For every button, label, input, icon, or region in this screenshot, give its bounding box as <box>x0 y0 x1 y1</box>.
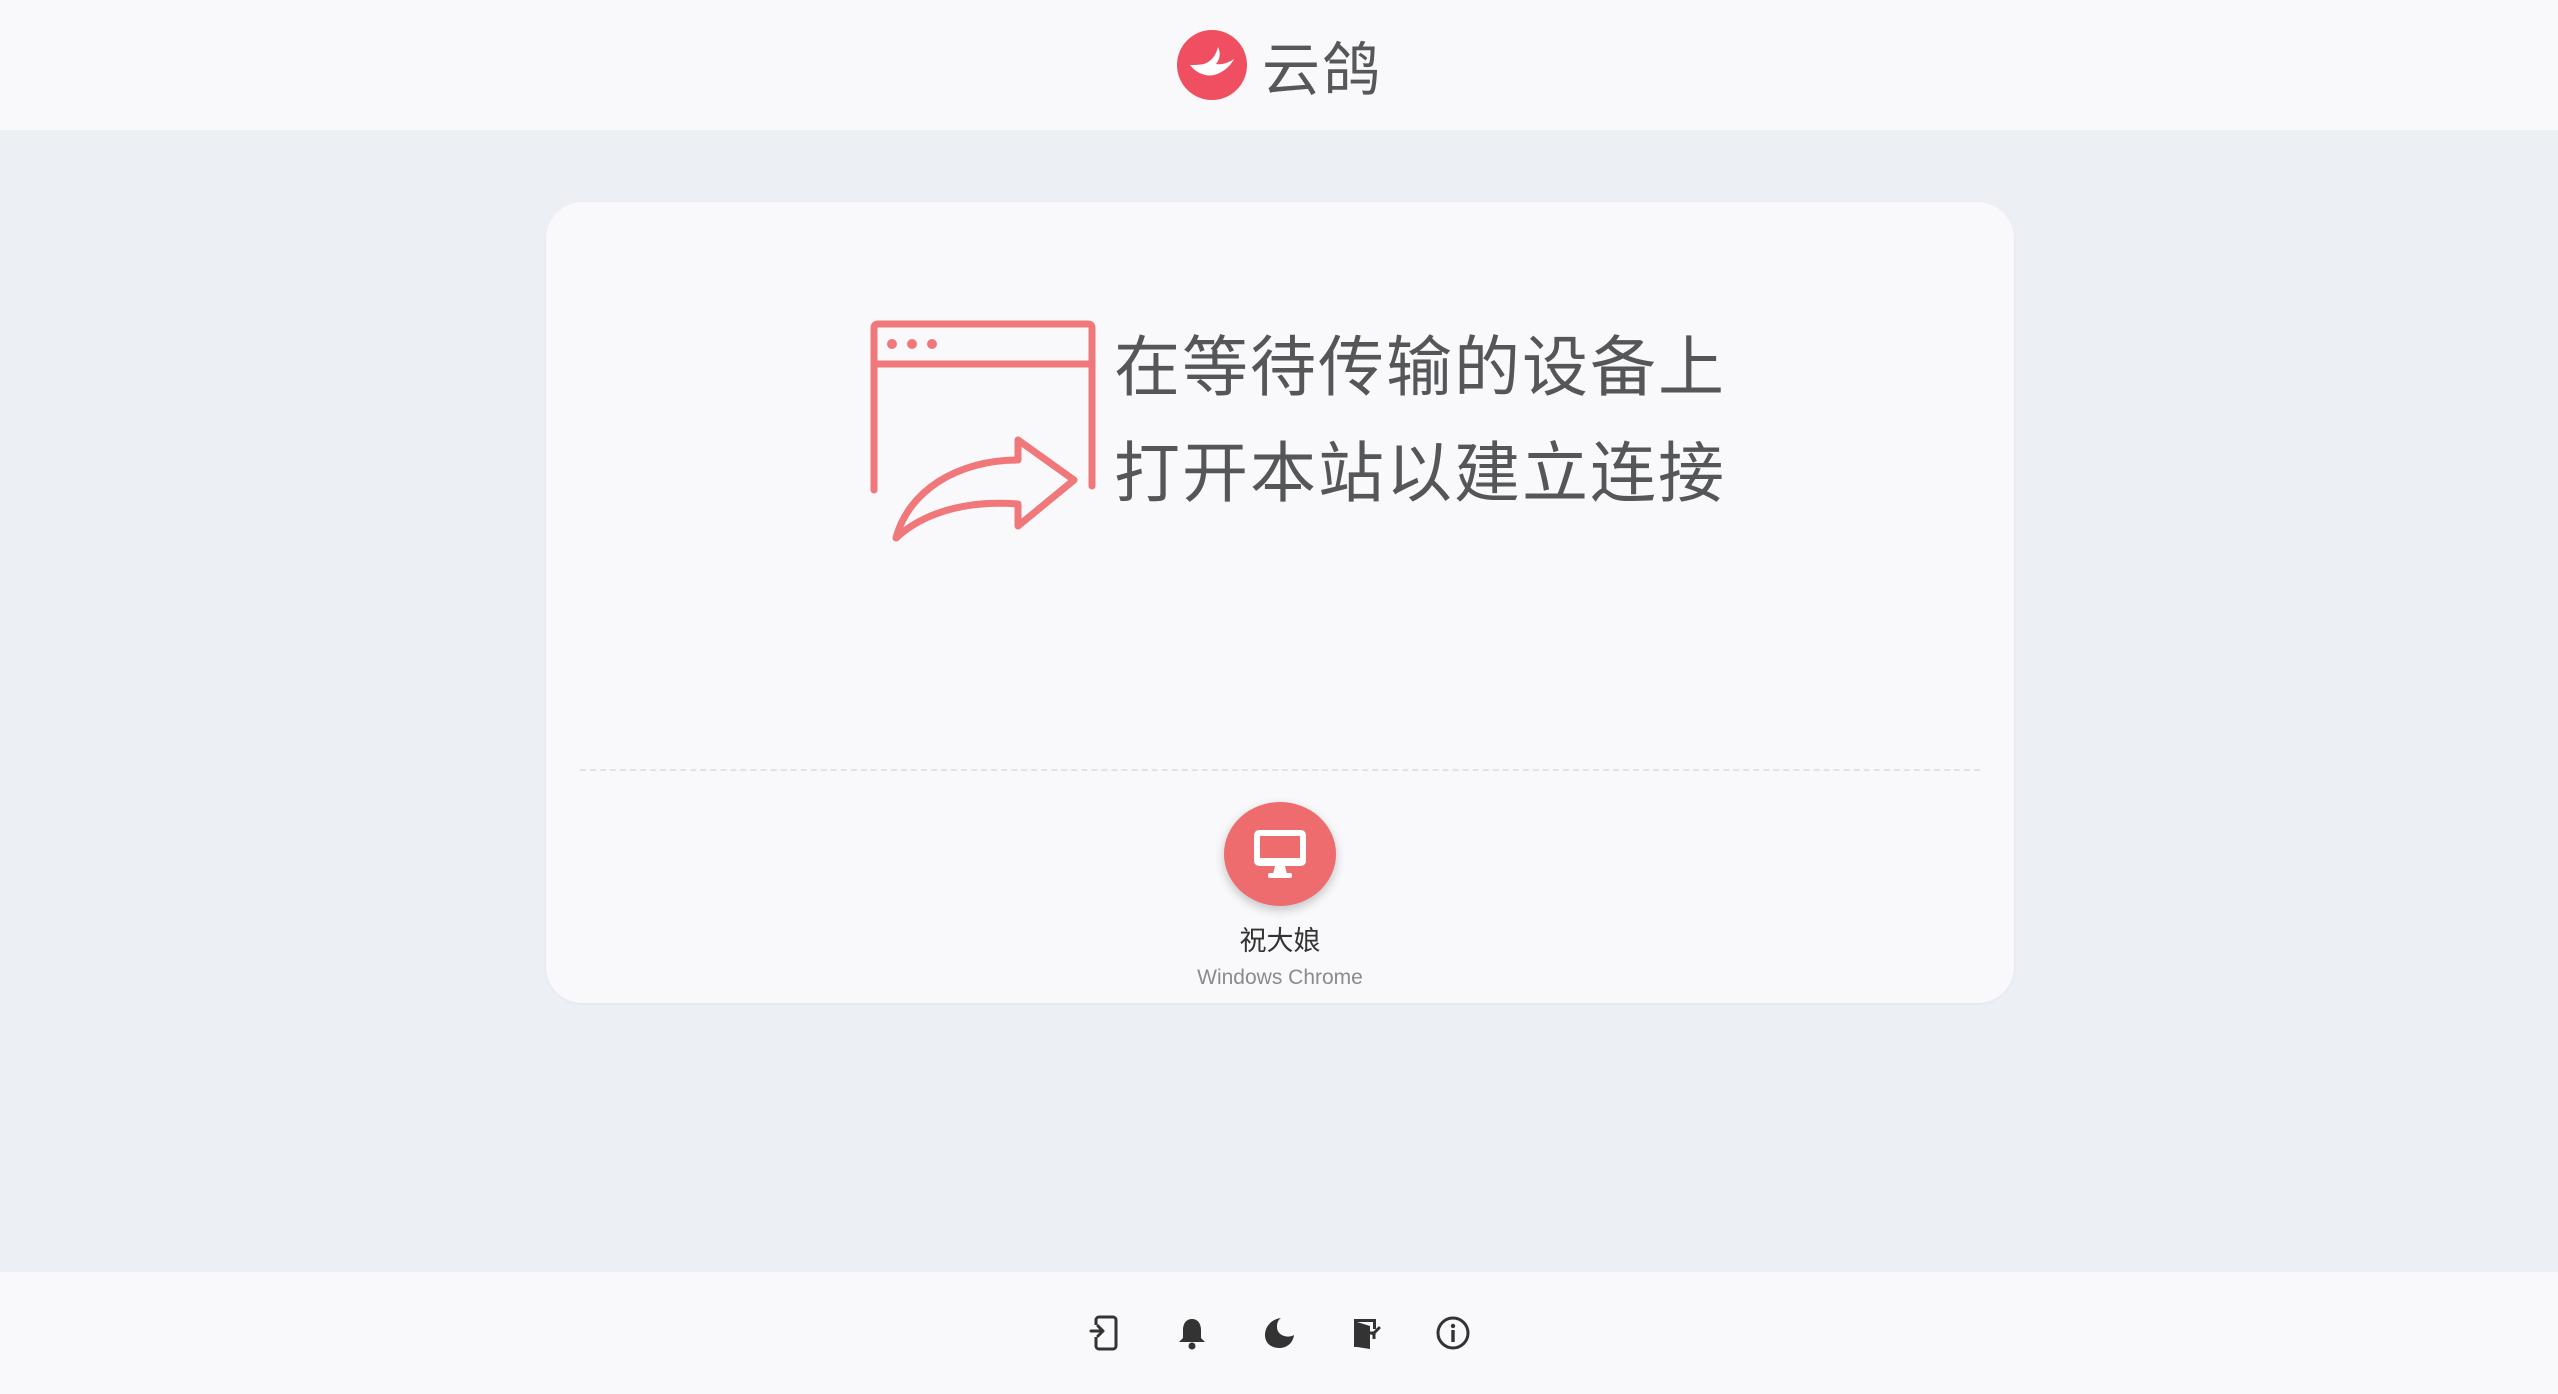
peer-device-item[interactable]: 祝大娘 Windows Chrome <box>1150 802 1410 992</box>
app-header: 云鸽 <box>0 0 2558 130</box>
pair-device-icon <box>1089 1315 1118 1351</box>
moon-icon <box>1265 1318 1294 1348</box>
app-name: 云鸽 <box>1261 36 1382 104</box>
instruction-block: 在等待传输的设备上 打开本站以建立连接 <box>546 202 2014 582</box>
pigeon-logo-icon <box>1176 30 1247 100</box>
peer-name: 祝大娘 <box>1239 926 1321 957</box>
about-button[interactable] <box>1431 1311 1475 1355</box>
browser-share-icon <box>870 320 1096 542</box>
desktop-monitor-icon <box>1254 830 1306 878</box>
peer-avatar[interactable] <box>1224 802 1336 906</box>
connection-card: 在等待传输的设备上 打开本站以建立连接 祝大娘 Windows Chrome <box>546 202 2014 1003</box>
dark-mode-button[interactable] <box>1257 1311 1301 1355</box>
footer-actions <box>1083 1311 1475 1355</box>
pair-device-button[interactable] <box>1083 1311 1127 1355</box>
peer-device-type: Windows Chrome <box>1197 966 1363 989</box>
notifications-button[interactable] <box>1170 1311 1214 1355</box>
exit-door-icon <box>1354 1319 1381 1349</box>
bell-icon <box>1179 1319 1205 1350</box>
leave-button[interactable] <box>1344 1311 1388 1355</box>
brand: 云鸽 <box>1176 23 1382 107</box>
app-footer <box>0 1272 2558 1394</box>
instruction-line-1: 在等待传输的设备上 <box>1114 329 1726 406</box>
instruction-line-2: 打开本站以建立连接 <box>1114 435 1726 512</box>
divider <box>580 769 1980 771</box>
main-area: 在等待传输的设备上 打开本站以建立连接 祝大娘 Windows Chrome <box>0 130 2558 1272</box>
info-icon <box>1436 1316 1470 1350</box>
